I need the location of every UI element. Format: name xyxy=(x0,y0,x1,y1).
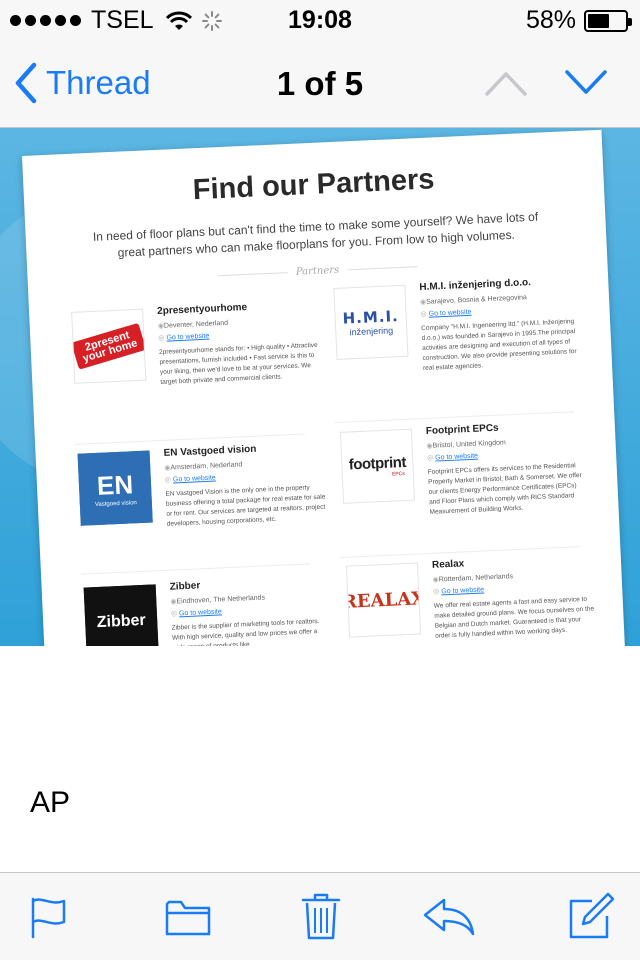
partners-title: Find our Partners xyxy=(192,163,436,207)
compose-icon xyxy=(569,892,615,939)
realax-logo: REALAX xyxy=(345,562,422,638)
2presentyourhome-logo: 2present your home xyxy=(71,308,147,384)
partners-intro: In need of floor plans but can't find th… xyxy=(92,209,539,260)
partners-section-label: Partners xyxy=(295,264,340,278)
partner-name: Footprint EPCs xyxy=(425,422,499,437)
battery-fill xyxy=(588,13,609,28)
partner-description: 2presentyourhome stands for: • High qual… xyxy=(158,341,318,386)
partner-website-link: Go to website xyxy=(165,469,325,484)
reply-icon xyxy=(423,898,475,936)
zibber-logo: Zibber xyxy=(83,584,159,646)
battery-icon xyxy=(584,9,632,32)
status-right: 58% xyxy=(525,6,632,35)
en-vastgoed-logo: EN Vastgoed vision xyxy=(77,450,153,526)
chevron-up-icon xyxy=(485,72,527,96)
partner-card-realax: REALAX Realax Rotterdam, Netherlands Go … xyxy=(345,554,596,640)
partner-description: Company "H.M.I. Ingeneering ltd." (H.M.I… xyxy=(421,318,577,373)
partner-card-zibber: Zibber Zibber Eindhoven, The Netherlands… xyxy=(83,576,334,646)
footprint-logo: footprint EPCs xyxy=(339,428,416,504)
partner-name: EN Vastgoed vision xyxy=(163,443,257,459)
compose-button[interactable] xyxy=(566,891,616,946)
partner-description: EN Vastgoed Vision is the only one in th… xyxy=(165,484,326,528)
partner-card-hmi: H.M.I. inženjering H.M.I. inženjering d.… xyxy=(333,277,583,372)
partner-website-link: Go to website xyxy=(427,447,587,462)
partner-description: Footprint EPCs offers its services to th… xyxy=(427,462,582,516)
partner-name: H.M.I. inženjering d.o.o. xyxy=(419,277,532,294)
partner-name: 2presentyourhome xyxy=(156,301,248,318)
message-body-text: AP xyxy=(30,786,71,819)
partner-card-footprint: footprint EPCs Footprint EPCs Bristol, U… xyxy=(339,421,590,516)
partner-website-link: Go to website xyxy=(433,581,593,596)
hmi-logo: H.M.I. inženjering xyxy=(333,284,409,360)
flag-button[interactable] xyxy=(28,895,70,944)
partner-card-en-vastgoed: EN Vastgoed vision EN Vastgoed vision Am… xyxy=(77,442,328,528)
status-bar: TSEL 19:08 58% xyxy=(0,0,640,40)
battery-percent: 58% xyxy=(525,6,576,34)
partner-description: We offer real estate agents a fast and e… xyxy=(433,595,595,640)
bottom-toolbar xyxy=(0,872,640,960)
partner-name: Zibber xyxy=(169,580,201,593)
folder-icon xyxy=(165,900,211,936)
partner-name: Realax xyxy=(431,558,465,571)
flag-icon xyxy=(31,897,66,939)
attached-image[interactable]: Find our Partners In need of floor plans… xyxy=(0,128,640,646)
partner-description: Zibber is the supplier of marketing tool… xyxy=(171,617,320,646)
move-to-folder-button[interactable] xyxy=(164,897,212,942)
trash-icon xyxy=(301,893,341,940)
nav-bar: Thread 1 of 5 xyxy=(0,40,640,128)
chevron-down-icon xyxy=(565,70,607,94)
reply-button[interactable] xyxy=(422,897,476,942)
partner-website-link: Go to website xyxy=(420,303,580,318)
partners-page: Find our Partners In need of floor plans… xyxy=(22,129,627,646)
next-message-button[interactable] xyxy=(564,66,608,105)
partner-website-link: Go to website xyxy=(171,602,331,617)
back-button[interactable]: Thread xyxy=(14,62,151,104)
chevron-left-icon xyxy=(15,62,37,104)
partner-website-link: Go to website xyxy=(158,327,318,342)
previous-message-button[interactable] xyxy=(484,66,528,105)
back-button-label: Thread xyxy=(46,64,151,101)
partner-card-2presentyourhome: 2present your home 2presentyourhome Deve… xyxy=(71,301,321,386)
delete-button[interactable] xyxy=(300,891,342,946)
